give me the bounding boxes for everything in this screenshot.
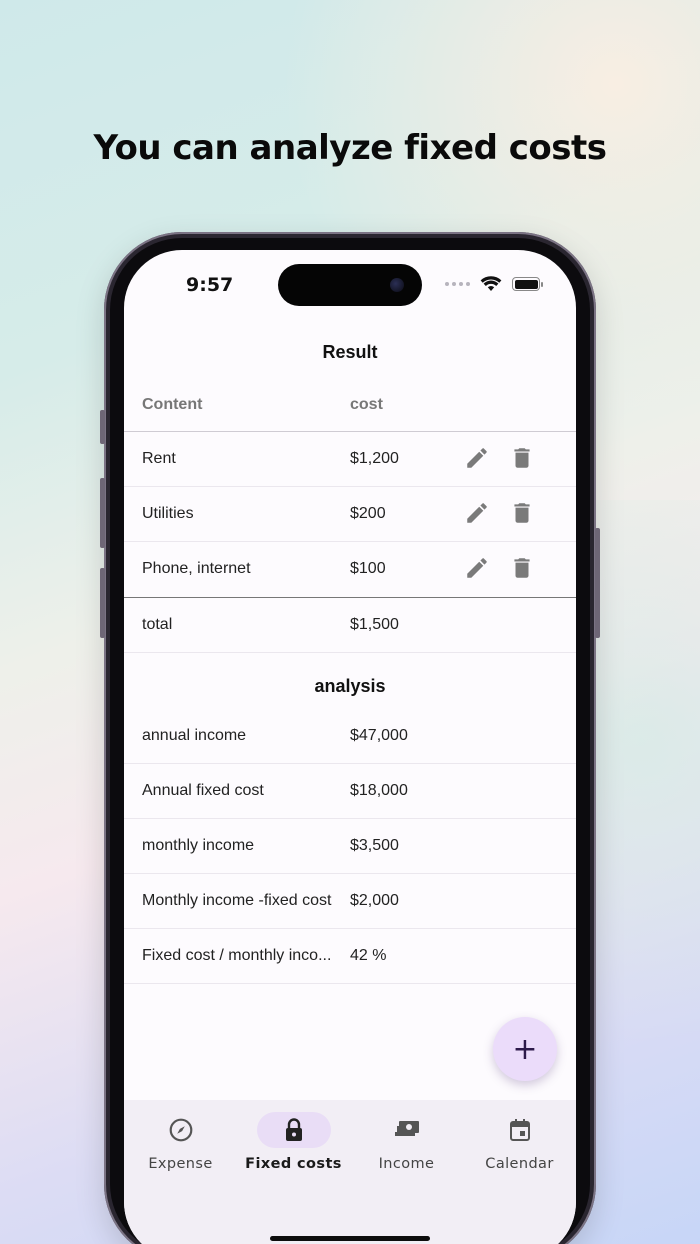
dynamic-island (278, 264, 422, 306)
nav-label-calendar: Calendar (485, 1156, 554, 1172)
signal-dots-icon (445, 282, 470, 286)
phone-volume-up-button (100, 478, 105, 548)
phone-screen: 9:57 Result Content cost Rent $1,200 Uti… (124, 250, 576, 1244)
total-value: $1,500 (350, 616, 399, 633)
compass-icon (169, 1118, 192, 1142)
phone-frame: 9:57 Result Content cost Rent $1,200 Uti… (100, 232, 600, 1244)
bottom-navigation: Expense Fixed costs Income Calendar (124, 1100, 576, 1244)
analysis-label: annual income (142, 727, 247, 744)
analysis-label: Monthly income -fixed cost (142, 892, 332, 909)
calendar-icon (509, 1119, 530, 1141)
promo-headline: You can analyze fixed costs (93, 128, 608, 168)
nav-item-fixed-costs[interactable]: Fixed costs (237, 1112, 350, 1172)
analysis-row: Monthly income -fixed cost $2,000 (124, 874, 576, 929)
wifi-icon (480, 276, 502, 291)
nav-label-fixed-costs: Fixed costs (245, 1156, 342, 1172)
analysis-row: monthly income $3,500 (124, 819, 576, 874)
total-row: total $1,500 (124, 597, 576, 653)
status-icons (445, 276, 543, 292)
battery-icon (512, 277, 543, 291)
delete-icon[interactable] (509, 500, 535, 526)
nav-label-expense: Expense (148, 1156, 213, 1172)
home-indicator[interactable] (270, 1236, 430, 1241)
analysis-title: analysis (314, 676, 386, 696)
edit-icon[interactable] (464, 555, 490, 581)
total-label: total (142, 616, 173, 633)
analysis-row: Annual fixed cost $18,000 (124, 764, 576, 819)
nav-label-income: Income (378, 1156, 435, 1172)
add-fixed-cost-button[interactable]: + (493, 1017, 557, 1081)
status-time: 9:57 (186, 274, 234, 296)
edit-icon[interactable] (464, 500, 490, 526)
analysis-value: $3,500 (350, 837, 399, 854)
table-header: Content cost (124, 376, 576, 432)
table-row: Phone, internet $100 (124, 542, 576, 597)
row-cost: $1,200 (350, 450, 399, 467)
analysis-value: $2,000 (350, 892, 399, 909)
delete-icon[interactable] (509, 445, 535, 471)
row-content: Phone, internet (142, 560, 251, 577)
status-bar: 9:57 (124, 250, 576, 314)
analysis-value: 42 % (350, 947, 387, 964)
plus-icon: + (512, 1031, 538, 1067)
table-row: Rent $1,200 (124, 432, 576, 487)
row-content: Utilities (142, 505, 194, 522)
phone-power-button (595, 528, 600, 638)
cash-icon (394, 1121, 419, 1136)
phone-action-button (100, 410, 105, 444)
analysis-row: annual income $47,000 (124, 709, 576, 764)
analysis-row: Fixed cost / monthly inco... 42 % (124, 929, 576, 984)
analysis-label: monthly income (142, 837, 255, 854)
edit-icon[interactable] (464, 445, 490, 471)
result-title: Result (322, 342, 378, 362)
analysis-label: Annual fixed cost (142, 782, 264, 799)
row-cost: $200 (350, 505, 386, 522)
column-header-cost: cost (350, 396, 383, 413)
nav-item-income[interactable]: Income (350, 1112, 463, 1172)
nav-item-calendar[interactable]: Calendar (463, 1112, 576, 1172)
table-row: Utilities $200 (124, 487, 576, 542)
row-content: Rent (142, 450, 176, 467)
phone-volume-down-button (100, 568, 105, 638)
row-cost: $100 (350, 560, 386, 577)
analysis-value: $47,000 (350, 727, 408, 744)
camera-icon (390, 278, 404, 292)
analysis-value: $18,000 (350, 782, 408, 799)
delete-icon[interactable] (509, 555, 535, 581)
analysis-label: Fixed cost / monthly inco... (142, 947, 332, 964)
nav-item-expense[interactable]: Expense (124, 1112, 237, 1172)
column-header-content: Content (142, 396, 203, 413)
lock-icon (285, 1118, 302, 1141)
